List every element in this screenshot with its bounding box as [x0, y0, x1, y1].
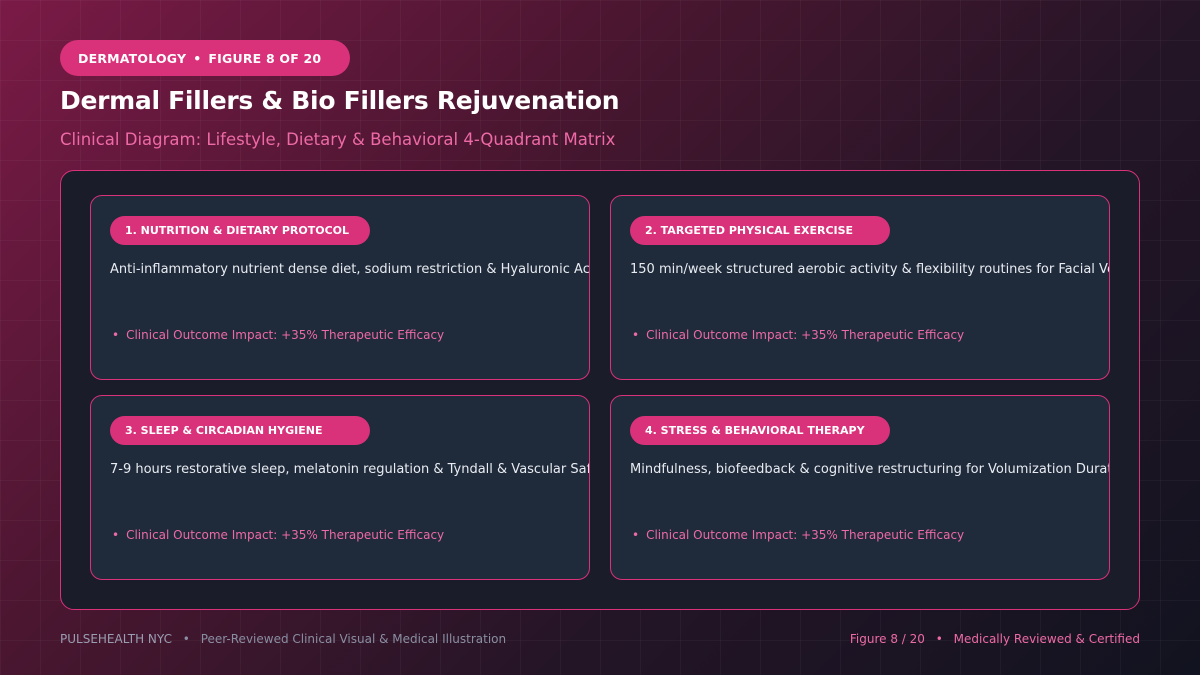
quadrant-description: 150 min/week structured aerobic activity…	[630, 262, 1109, 277]
bullet-dot: •	[632, 528, 640, 542]
quadrant-label: 1. NUTRITION & DIETARY PROTOCOL	[110, 216, 370, 245]
quadrant-card-nutrition: 1. NUTRITION & DIETARY PROTOCOL Anti-inf…	[90, 195, 590, 380]
quadrant-card-sleep: 3. SLEEP & CIRCADIAN HYGIENE 7-9 hours r…	[90, 395, 590, 580]
bullet-dot: •	[632, 328, 640, 342]
quadrant-card-exercise: 2. TARGETED PHYSICAL EXERCISE 150 min/we…	[610, 195, 1110, 380]
page-subtitle: Clinical Diagram: Lifestyle, Dietary & B…	[60, 130, 616, 149]
footer-figure-info: Figure 8 / 20 • Medically Reviewed & Cer…	[850, 632, 1140, 646]
figure-label: FIGURE 8 OF 20	[208, 50, 322, 66]
separator-dot: •	[182, 632, 190, 646]
quadrant-description: Anti-inflammatory nutrient dense diet, s…	[110, 262, 590, 277]
category-badge: DERMATOLOGY • FIGURE 8 OF 20	[60, 40, 350, 76]
impact-text: Clinical Outcome Impact: +35% Therapeuti…	[646, 328, 965, 342]
footer-certification: Medically Reviewed & Certified	[953, 632, 1140, 646]
quadrant-description: 7-9 hours restorative sleep, melatonin r…	[110, 462, 590, 477]
quadrant-description: Mindfulness, biofeedback & cognitive res…	[630, 462, 1110, 477]
quadrant-impact: • Clinical Outcome Impact: +35% Therapeut…	[112, 328, 444, 342]
quadrant-matrix: 1. NUTRITION & DIETARY PROTOCOL Anti-inf…	[60, 170, 1140, 610]
bullet-dot: •	[112, 528, 120, 542]
footer-brand: PULSEHEALTH NYC	[60, 632, 172, 646]
bullet-dot: •	[112, 328, 120, 342]
separator-dot: •	[935, 632, 943, 646]
quadrant-impact: • Clinical Outcome Impact: +35% Therapeut…	[632, 528, 964, 542]
quadrant-card-stress: 4. STRESS & BEHAVIORAL THERAPY Mindfulne…	[610, 395, 1110, 580]
quadrant-label: 3. SLEEP & CIRCADIAN HYGIENE	[110, 416, 370, 445]
impact-text: Clinical Outcome Impact: +35% Therapeuti…	[646, 528, 965, 542]
quadrant-impact: • Clinical Outcome Impact: +35% Therapeut…	[112, 528, 444, 542]
separator-dot: •	[193, 50, 202, 66]
category-label: DERMATOLOGY	[78, 50, 187, 66]
impact-text: Clinical Outcome Impact: +35% Therapeuti…	[126, 528, 445, 542]
footer-figure: Figure 8 / 20	[849, 632, 925, 646]
quadrant-label: 4. STRESS & BEHAVIORAL THERAPY	[630, 416, 890, 445]
quadrant-impact: • Clinical Outcome Impact: +35% Therapeut…	[632, 328, 964, 342]
page-title: Dermal Fillers & Bio Fillers Rejuvenatio…	[60, 86, 620, 115]
impact-text: Clinical Outcome Impact: +35% Therapeuti…	[126, 328, 445, 342]
footer-attribution: PULSEHEALTH NYC • Peer-Reviewed Clinical…	[60, 632, 506, 646]
footer-tagline: Peer-Reviewed Clinical Visual & Medical …	[200, 632, 507, 646]
quadrant-label: 2. TARGETED PHYSICAL EXERCISE	[630, 216, 890, 245]
